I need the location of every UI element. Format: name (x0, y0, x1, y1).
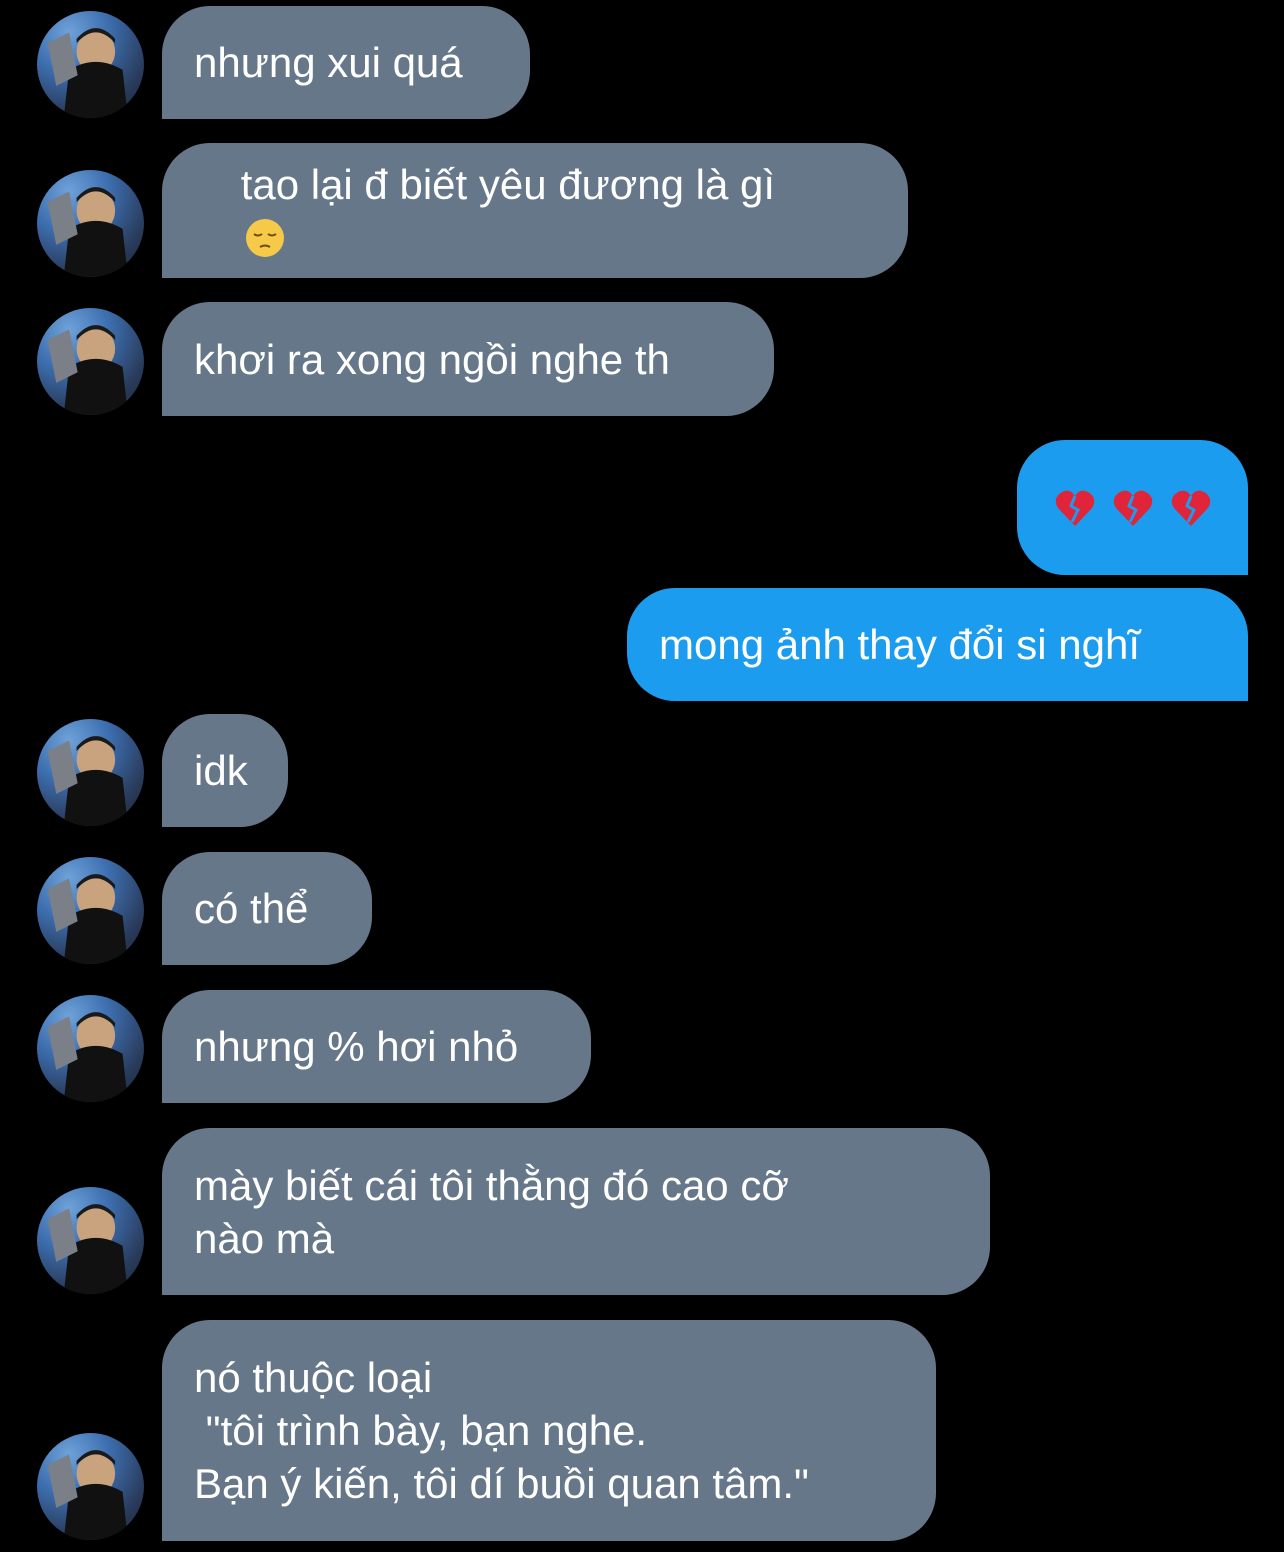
message-bubble-incoming[interactable]: nhưng % hơi nhỏ (162, 990, 591, 1103)
message-text: khơi ra xong ngồi nghe th (194, 335, 670, 383)
message-text: có thể (194, 885, 309, 932)
pensive-face-icon (245, 218, 284, 257)
broken-hearts (1054, 488, 1212, 528)
avatar[interactable] (37, 1433, 144, 1540)
avatar-photo (47, 1012, 128, 1102)
message-bubble-incoming[interactable]: nó thuộc loại "tôi trình bày, bạn nghe. … (162, 1320, 936, 1541)
message-text: idk (194, 747, 248, 794)
message-bubble-incoming[interactable]: tao lại đ biết yêu đương là gì (162, 143, 908, 278)
avatar[interactable] (37, 857, 144, 964)
broken-heart-icon (1171, 490, 1210, 526)
broken-heart-icon (1113, 490, 1152, 526)
message-bubble-outgoing[interactable] (1017, 440, 1248, 575)
message-text: nhưng xui quá (194, 39, 463, 86)
avatar[interactable] (37, 170, 144, 277)
message-text: nó thuộc loại "tôi trình bày, bạn nghe. … (194, 1354, 809, 1507)
message-text: tao lại đ biết yêu đương là gì (240, 160, 776, 208)
avatar-photo (47, 325, 128, 415)
avatar-photo (47, 874, 128, 964)
avatar[interactable] (37, 308, 144, 415)
avatar-photo (47, 187, 128, 277)
message-text: mong ảnh thay đổi si nghĩ (659, 621, 1140, 668)
message-text: mày biết cái tôi thằng đó cao cỡ nào mà (194, 1161, 789, 1262)
message-bubble-incoming[interactable]: nhưng xui quá (162, 6, 530, 119)
message-text-line: tao lại đ biết yêu đương là gì (194, 105, 775, 317)
avatar-photo (47, 1450, 128, 1540)
avatar[interactable] (37, 995, 144, 1102)
avatar[interactable] (37, 719, 144, 826)
message-bubble-incoming[interactable]: có thể (162, 852, 372, 965)
avatar[interactable] (37, 1187, 144, 1294)
avatar-photo (47, 1204, 128, 1294)
message-bubble-outgoing[interactable]: mong ảnh thay đổi si nghĩ (627, 588, 1248, 701)
broken-heart-icon (1055, 490, 1094, 526)
avatar-photo (47, 736, 128, 826)
message-bubble-incoming[interactable]: mày biết cái tôi thằng đó cao cỡ nào mà (162, 1128, 990, 1295)
message-bubble-incoming[interactable]: khơi ra xong ngồi nghe th (162, 302, 774, 416)
avatar[interactable] (37, 11, 144, 118)
avatar-photo (47, 28, 128, 118)
message-bubble-incoming[interactable]: idk (162, 714, 288, 827)
message-text: nhưng % hơi nhỏ (194, 1023, 519, 1070)
